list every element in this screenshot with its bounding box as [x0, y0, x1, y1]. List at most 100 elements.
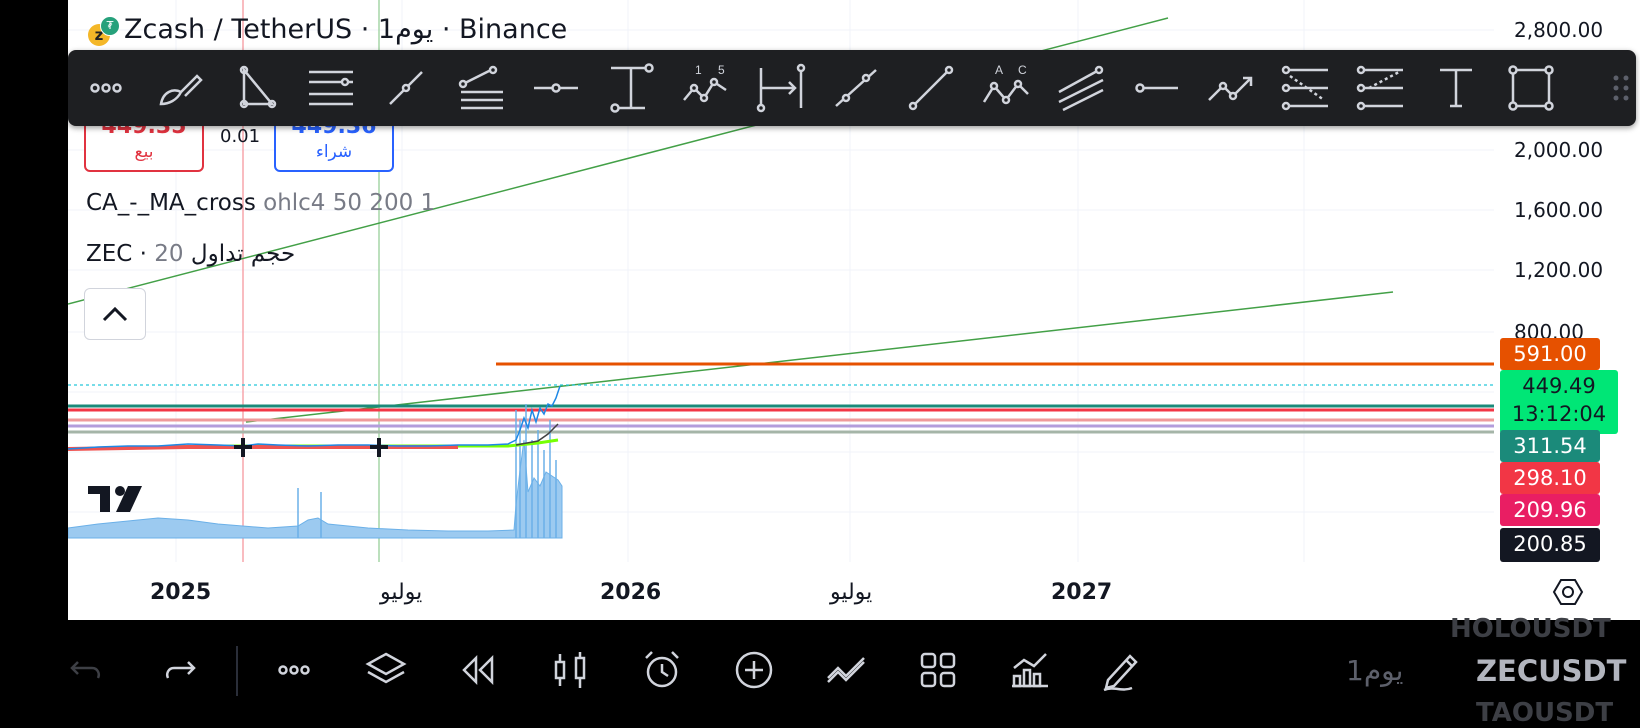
- price-tag-209[interactable]: 209.96: [1500, 494, 1600, 526]
- layers-icon: [365, 652, 407, 684]
- price-range-icon: [609, 63, 654, 113]
- price-tick: 1,600.00: [1514, 198, 1604, 222]
- redo-button[interactable]: [152, 642, 208, 698]
- pencil-icon: [1103, 654, 1138, 692]
- fib-retracement-icon: [458, 65, 503, 110]
- ray-icon: [908, 65, 953, 111]
- indicator-legend-volume[interactable]: ZEC · حجم تداول 20: [86, 241, 295, 267]
- channel-icon: [1057, 65, 1104, 112]
- volume-legend-name: ZEC · حجم تداول: [86, 241, 296, 267]
- price-range-tool[interactable]: [593, 50, 668, 126]
- time-label: 2025: [150, 580, 212, 605]
- object-tree-button[interactable]: [358, 642, 414, 698]
- more-options-button[interactable]: [266, 642, 322, 698]
- triangle-tool[interactable]: [218, 50, 293, 126]
- collapse-legend-button[interactable]: [84, 288, 146, 340]
- indicators-button[interactable]: [1002, 642, 1058, 698]
- regression-trend-icon: [1281, 65, 1328, 111]
- alert-button[interactable]: [634, 642, 690, 698]
- time-label: يوليو: [380, 580, 423, 605]
- interval-selector[interactable]: 1يوم: [1346, 654, 1403, 687]
- more-icon: [278, 665, 310, 675]
- indicators-icon: [1012, 653, 1048, 688]
- ma-legend-params: ohlc4 50 200 1: [263, 190, 436, 216]
- trend-line-lower[interactable]: [245, 291, 1394, 423]
- undo-button[interactable]: [58, 642, 114, 698]
- volume-histogram: [68, 439, 563, 539]
- redo-icon: [166, 661, 196, 679]
- horizontal-lines-tool[interactable]: [293, 50, 368, 126]
- date-range-icon: [756, 63, 805, 113]
- ma-legend-name: CA_-_MA_cross: [86, 190, 256, 216]
- time-axis[interactable]: 2025 يوليو 2026 يوليو 2027: [68, 562, 1640, 620]
- parallel-trend-tool[interactable]: [818, 50, 893, 126]
- drawing-mode-button[interactable]: [1094, 642, 1150, 698]
- fib-retracement-tool[interactable]: [443, 50, 518, 126]
- abcd-label-c: C: [1018, 63, 1027, 77]
- time-label: 2026: [600, 580, 662, 605]
- sell-label: بيع: [134, 142, 154, 162]
- horizontal-line-tool[interactable]: [1118, 50, 1193, 126]
- price-tick: 2,800.00: [1514, 18, 1604, 42]
- horizontal-lines-icon: [308, 70, 353, 106]
- time-label: 2027: [1051, 580, 1113, 605]
- channel-tool[interactable]: [1043, 50, 1118, 126]
- text-icon: [1439, 68, 1472, 108]
- current-price-tag[interactable]: 449.49 13:12:04: [1500, 370, 1618, 434]
- path-icon: [1207, 76, 1252, 101]
- abcd-pattern-icon: AC: [982, 63, 1029, 105]
- fib-extension-icon: [1356, 65, 1403, 111]
- layout-button[interactable]: [910, 642, 966, 698]
- brush-icon: [159, 74, 203, 106]
- compare-button[interactable]: [818, 642, 874, 698]
- price-tag-partial[interactable]: 200.85: [1500, 528, 1600, 562]
- elliott-label-1: 1: [695, 63, 702, 77]
- time-label: يوليو: [830, 580, 873, 605]
- elliott-label-5: 5: [718, 63, 725, 77]
- current-price-value: 449.49: [1522, 374, 1596, 398]
- text-tool[interactable]: [1418, 50, 1493, 126]
- symbol-list-next[interactable]: TAOUSDT: [1476, 698, 1613, 728]
- add-button[interactable]: [726, 642, 782, 698]
- symbol-header[interactable]: z ₮ Zcash / TetherUS · 1يوم · Binance: [88, 14, 567, 46]
- abcd-pattern-tool[interactable]: AC: [968, 50, 1043, 126]
- path-tool[interactable]: [1193, 50, 1268, 126]
- elliott-wave-tool[interactable]: 15: [668, 50, 743, 126]
- parallel-trend-icon: [834, 69, 877, 107]
- grid-icon: [920, 652, 956, 688]
- drawing-toolbar[interactable]: 15 AC: [68, 50, 1636, 126]
- grip-icon: [1613, 75, 1629, 101]
- symbol-title[interactable]: Zcash / TetherUS · 1يوم · Binance: [124, 14, 567, 45]
- date-range-tool[interactable]: [743, 50, 818, 126]
- replay-button[interactable]: [450, 642, 506, 698]
- ray-tool[interactable]: [893, 50, 968, 126]
- volume-legend-params: 20: [154, 241, 184, 267]
- scale-settings-icon[interactable]: [1552, 576, 1584, 608]
- price-tag-591[interactable]: 591.00: [1500, 338, 1600, 370]
- alarm-clock-icon: [645, 651, 679, 688]
- symbol-list-current[interactable]: ZECUSDT: [1476, 654, 1626, 688]
- buy-label: شراء: [315, 142, 353, 162]
- chart-type-button[interactable]: [542, 642, 598, 698]
- symbol-list-prev[interactable]: HOLOUSDT: [1450, 614, 1611, 644]
- rectangle-icon: [1507, 65, 1554, 111]
- chevron-up-icon: [102, 306, 128, 322]
- rectangle-tool[interactable]: [1493, 50, 1568, 126]
- price-tag-311[interactable]: 311.54: [1500, 430, 1600, 462]
- toolbar-drag-handle[interactable]: [1606, 50, 1636, 126]
- horizontal-ray-tool[interactable]: [518, 50, 593, 126]
- fib-extension-tool[interactable]: [1343, 50, 1418, 126]
- zec-usdt-coin-icon: z ₮: [88, 15, 120, 46]
- candles-icon: [554, 652, 586, 688]
- trend-line-tool[interactable]: [368, 50, 443, 126]
- regression-trend-tool[interactable]: [1268, 50, 1343, 126]
- bottom-toolbar: 1يوم HOLOUSDT ZECUSDT TAOUSDT: [0, 614, 1640, 728]
- trend-line-icon: [388, 71, 423, 105]
- more-tools-button[interactable]: [68, 50, 143, 126]
- price-tag-298[interactable]: 298.10: [1500, 462, 1600, 494]
- indicator-legend-ma-cross[interactable]: CA_-_MA_cross ohlc4 50 200 1: [86, 190, 435, 216]
- brush-tool[interactable]: [143, 50, 218, 126]
- abcd-label-a: A: [995, 63, 1003, 77]
- price-tick: 2,000.00: [1514, 138, 1604, 162]
- rewind-icon: [462, 654, 494, 686]
